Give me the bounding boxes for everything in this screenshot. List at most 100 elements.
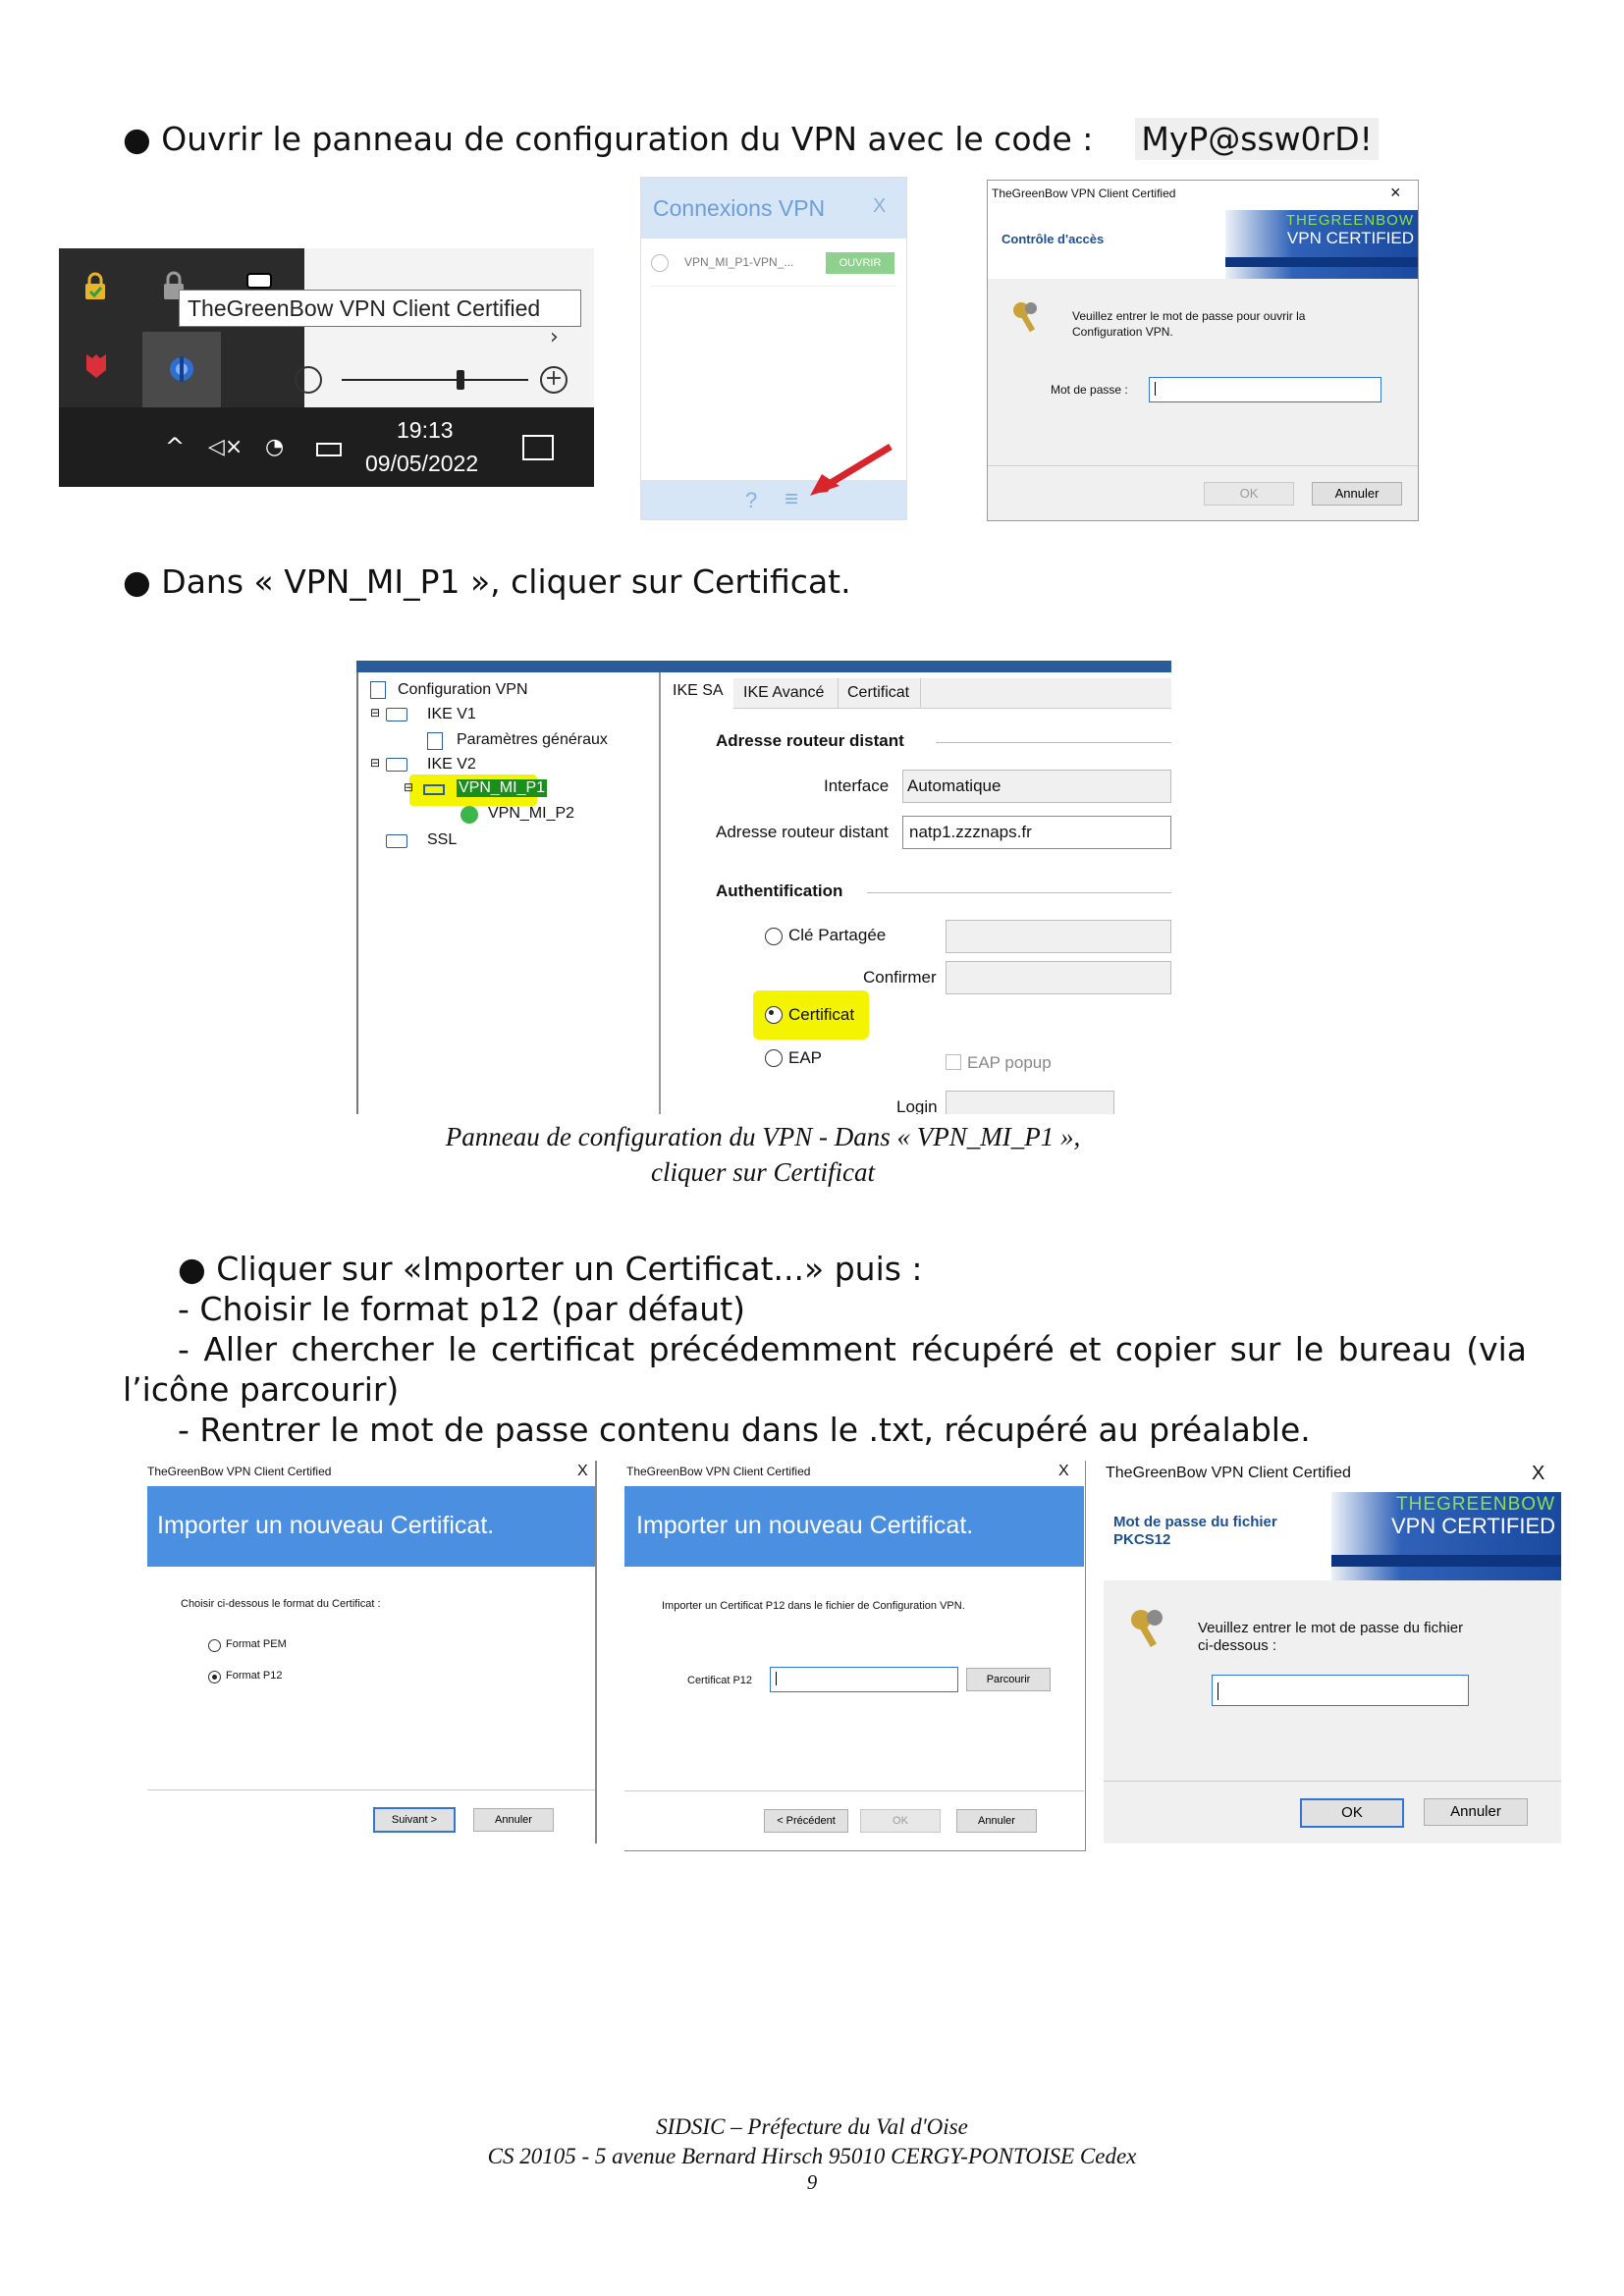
shared-key-field[interactable] (946, 920, 1171, 953)
radio-shared-key[interactable] (765, 928, 783, 945)
tree-expand-ike-v2[interactable]: ⊟ (370, 756, 380, 770)
step2-text: Dans « VPN_MI_P1 », cliquer sur Certific… (161, 562, 851, 601)
format-p12-label: Format P12 (226, 1670, 283, 1682)
p12-label: Certificat P12 (687, 1675, 753, 1686)
chevron-right-icon: › (550, 325, 559, 349)
open-connection-button[interactable]: OUVRIR (826, 252, 894, 274)
browse-button[interactable]: Parcourir (966, 1668, 1051, 1691)
drive-icon[interactable] (245, 270, 275, 290)
menu-button[interactable]: ≡ (785, 486, 798, 513)
tab-ike-sa[interactable]: IKE SA (673, 682, 724, 700)
dialog-message: Veuillez entrer le mot de passe pour ouv… (1072, 309, 1306, 339)
shared-key-label: Clé Partagée (788, 926, 887, 944)
clock-time[interactable]: 19:13 (397, 417, 454, 444)
vpn-panel-title: Connexions VPN (653, 195, 826, 221)
taskbar-screenshot: TheGreenBow VPN Client Certified › + ^ ◁… (59, 248, 594, 487)
volume-slider-thumb[interactable] (457, 370, 464, 390)
cancel-button[interactable]: Annuler (1312, 482, 1402, 506)
footer-address: CS 20105 - 5 avenue Bernard Hirsch 95010… (487, 2144, 1137, 2168)
tree-root[interactable]: Configuration VPN (398, 681, 528, 699)
interface-select[interactable]: Automatique (902, 770, 1171, 803)
section-router: Adresse routeur distant (716, 731, 904, 750)
tab-certificat[interactable]: Certificat (847, 684, 909, 702)
radio-format-pem[interactable] (208, 1639, 221, 1652)
router-field[interactable]: natp1.zzznaps.fr (902, 816, 1171, 849)
header-line2: PKCS12 (1113, 1531, 1171, 1548)
connection-name: VPN_MI_P1-VPN_... (684, 255, 794, 269)
caption-line1: Panneau de configuration du VPN - Dans «… (445, 1122, 1081, 1151)
p12-instruction: Importer un Certificat P12 dans le fichi… (662, 1600, 965, 1612)
dialog-header: Importer un nouveau Certificat. (636, 1512, 974, 1539)
tree-expand-ike-v1[interactable]: ⊟ (370, 706, 380, 720)
close-button[interactable]: X (577, 1463, 588, 1480)
settings-icon (427, 732, 443, 750)
battery-icon[interactable] (316, 443, 342, 456)
ok-button[interactable]: OK (1204, 482, 1294, 506)
clock-date[interactable]: 09/05/2022 (365, 451, 478, 477)
step1-text: Ouvrir le panneau de configuration du VP… (161, 120, 1094, 158)
next-button[interactable]: Suivant > (373, 1807, 456, 1833)
tree-ike-v2[interactable]: IKE V2 (427, 756, 476, 774)
folder-icon (386, 708, 407, 721)
figure-caption: Panneau de configuration du VPN - Dans «… (295, 1119, 1231, 1190)
footer-org: SIDSIC – Préfecture du Val d'Oise (656, 2114, 968, 2139)
help-button[interactable]: ? (745, 488, 757, 513)
shield-red-icon[interactable] (82, 350, 110, 380)
tree-general[interactable]: Paramètres généraux (457, 731, 608, 749)
volume-plus-icon[interactable]: + (540, 366, 568, 394)
volume-slider[interactable] (342, 379, 528, 381)
eap-label: EAP (788, 1048, 823, 1067)
brand-top: THEGREENBOW (1285, 212, 1414, 229)
ok-button[interactable]: OK (860, 1809, 941, 1833)
volume-minus-icon[interactable] (295, 366, 322, 394)
password-field[interactable] (1149, 377, 1381, 402)
previous-button[interactable]: < Précédent (764, 1809, 848, 1833)
password-label: Mot de passe : (1051, 383, 1128, 397)
ok-button[interactable]: OK (1300, 1798, 1404, 1828)
dialog-header: Contrôle d'accès (1001, 232, 1105, 246)
dialog-window-title: TheGreenBow VPN Client Certified (147, 1465, 332, 1478)
confirm-field[interactable] (946, 961, 1171, 994)
red-arrow-icon (808, 439, 896, 498)
vpn-panel-close-button[interactable]: X (873, 195, 886, 218)
tree-ssl[interactable]: SSL (427, 831, 457, 849)
radio-certificat[interactable] (765, 1006, 783, 1024)
lock-green-icon[interactable] (82, 272, 108, 301)
close-button[interactable]: X (1532, 1463, 1544, 1485)
tree-vpn2[interactable]: VPN_MI_P2 (488, 805, 574, 823)
notification-icon[interactable] (522, 435, 554, 460)
wifi-icon[interactable]: ◔ (265, 435, 284, 459)
vpn-config-window: Configuration VPN ⊟ IKE V1 Paramètres gé… (356, 661, 1171, 1114)
close-icon[interactable]: × (1390, 183, 1401, 203)
cancel-button[interactable]: Annuler (956, 1809, 1037, 1833)
step3-line1: ● Cliquer sur «Importer un Certificat...… (178, 1250, 923, 1288)
tree-ike-v1[interactable]: IKE V1 (427, 706, 476, 723)
dialog-window-title: TheGreenBow VPN Client Certified (1106, 1465, 1351, 1481)
pkcs12-password-dialog: TheGreenBow VPN Client Certified X Mot d… (1104, 1461, 1561, 1843)
close-button[interactable]: X (1058, 1463, 1069, 1480)
caption-line2: cliquer sur Certificat (651, 1157, 875, 1187)
eap-popup-checkbox[interactable] (946, 1054, 961, 1070)
tab-ike-avance[interactable]: IKE Avancé (743, 684, 824, 702)
greenbow-tray-icon[interactable] (167, 354, 196, 384)
dialog-header: Importer un nouveau Certificat. (157, 1512, 495, 1539)
login-field[interactable] (946, 1091, 1114, 1114)
tray-tooltip: TheGreenBow VPN Client Certified (179, 290, 581, 327)
speaker-mute-icon[interactable]: ◁× (208, 435, 243, 459)
config-root-icon (370, 681, 386, 699)
cancel-button[interactable]: Annuler (1424, 1798, 1528, 1826)
p12-path-field[interactable] (770, 1667, 958, 1692)
bullet: ● (123, 120, 151, 158)
tree-vpn1[interactable]: VPN_MI_P1 (457, 779, 548, 797)
pkcs12-password-field[interactable] (1212, 1675, 1469, 1706)
access-control-dialog: TheGreenBow VPN Client Certified × Contr… (987, 180, 1419, 521)
page-footer: SIDSIC – Préfecture du Val d'Oise CS 201… (295, 2112, 1329, 2193)
radio-eap[interactable] (765, 1049, 783, 1067)
login-label: Login (896, 1097, 938, 1114)
chevron-up-icon[interactable]: ^ (165, 433, 185, 460)
cancel-button[interactable]: Annuler (473, 1808, 554, 1832)
radio-format-p12[interactable] (208, 1671, 221, 1683)
tree-expand-vpn1[interactable]: ⊟ (404, 780, 413, 794)
tunnel-icon (423, 784, 445, 795)
brand-top: THEGREENBOW (1396, 1494, 1555, 1515)
